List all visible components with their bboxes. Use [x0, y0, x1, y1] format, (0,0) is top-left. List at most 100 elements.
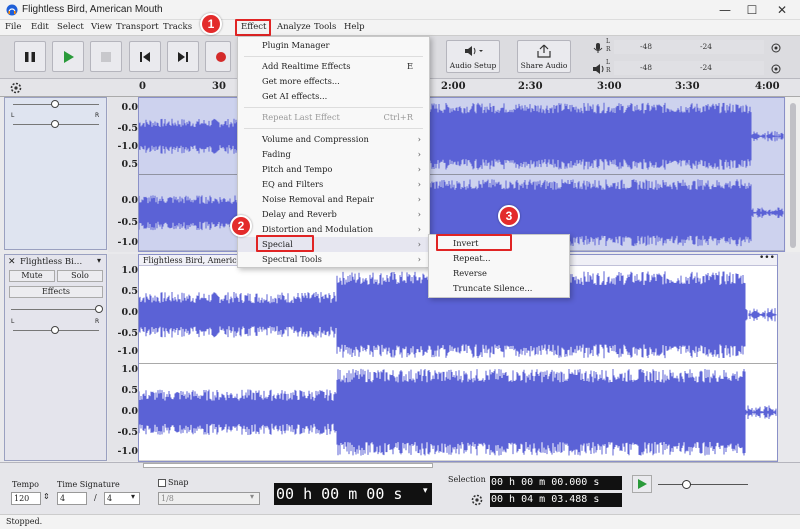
scale-label: 0.0 — [121, 307, 138, 318]
scale-label: -1.0 — [117, 237, 138, 248]
tempo-label: Tempo — [12, 480, 39, 489]
play-icon — [638, 479, 647, 489]
pan-r-label: R — [95, 112, 100, 119]
recording-meter[interactable] — [614, 40, 764, 54]
waveform-channel — [139, 102, 784, 170]
skip-end-button[interactable] — [167, 41, 199, 72]
menu-tools[interactable]: Tools — [314, 22, 336, 32]
track-name[interactable]: Flightless Bi… — [20, 257, 82, 267]
menu-item-noise-removal[interactable]: Noise Removal and Repair › — [238, 192, 429, 207]
menu-item-volume-compression[interactable]: Volume and Compression › — [238, 132, 429, 147]
scale-label: 0.5 — [121, 286, 138, 297]
play-speed-thumb[interactable] — [682, 480, 691, 489]
play-at-speed-button[interactable] — [632, 475, 652, 493]
menu-item-pitch-tempo[interactable]: Pitch and Tempo › — [238, 162, 429, 177]
menu-item-repeat[interactable]: Repeat... — [429, 251, 569, 266]
menu-item-label: Distortion and Modulation — [262, 224, 374, 234]
scrollbar-thumb[interactable] — [790, 103, 796, 248]
minimize-button[interactable]: — — [712, 2, 738, 18]
clip-name[interactable]: Flightless Bird, Americ — [143, 256, 237, 265]
meter-options-icon[interactable] — [770, 63, 782, 75]
skip-start-button[interactable] — [129, 41, 161, 72]
snap-select[interactable]: 1/8 — [158, 492, 260, 505]
ruler-tick: 3:30 — [675, 81, 700, 92]
play-icon — [64, 51, 74, 63]
submenu-arrow-icon: › — [417, 194, 421, 204]
menu-item-fading[interactable]: Fading › — [238, 147, 429, 162]
effect-menu-highlight — [235, 19, 271, 36]
gain-slider-thumb[interactable] — [95, 305, 103, 313]
selection-end[interactable]: 00 h 04 m 03.488 s — [490, 493, 622, 507]
menu-item-label: Volume and Compression — [262, 134, 369, 144]
menu-transport[interactable]: Transport — [116, 22, 159, 32]
gear-icon[interactable] — [471, 494, 483, 506]
menu-separator — [244, 128, 423, 129]
share-audio-button[interactable]: Share Audio — [517, 40, 571, 73]
play-meter-tick: -48 — [640, 63, 653, 72]
solo-button[interactable]: Solo — [57, 270, 103, 282]
ruler-tick: 30 — [212, 81, 226, 92]
pan-slider-thumb[interactable] — [51, 120, 59, 128]
gain-slider-thumb[interactable] — [51, 100, 59, 108]
audio-setup-button[interactable]: Audio Setup — [446, 40, 500, 73]
menu-item-label: Truncate Silence... — [453, 283, 533, 293]
horizontal-scrollbar[interactable] — [143, 463, 433, 468]
menu-item-label: Get AI effects... — [262, 91, 328, 101]
menu-analyze[interactable]: Analyze — [277, 22, 311, 32]
pause-icon — [25, 52, 35, 62]
snap-checkbox[interactable] — [158, 479, 166, 487]
gear-icon[interactable] — [10, 82, 22, 94]
menu-item-get-ai-effects[interactable]: Get AI effects... — [238, 89, 429, 104]
record-button[interactable] — [205, 41, 231, 72]
play-button[interactable] — [52, 41, 84, 72]
clip-menu-icon[interactable]: ••• — [759, 253, 775, 263]
playback-meter[interactable] — [614, 61, 764, 75]
pan-r-label: R — [95, 318, 100, 325]
time-sig-numerator[interactable]: 4 — [57, 492, 87, 505]
menu-item-label: Add Realtime Effects — [262, 61, 351, 71]
menu-item-repeat-last-effect: Repeat Last Effect Ctrl+R — [238, 110, 429, 125]
menu-select[interactable]: Select — [57, 22, 84, 32]
menu-file[interactable]: File — [5, 22, 21, 32]
tempo-input[interactable]: 120 — [11, 492, 41, 505]
menu-item-eq-filters[interactable]: EQ and Filters › — [238, 177, 429, 192]
track-menu-icon[interactable]: ▾ — [97, 256, 101, 265]
stop-button[interactable] — [90, 41, 122, 72]
menu-item-reverse[interactable]: Reverse — [429, 266, 569, 281]
play-speed-track — [658, 484, 748, 485]
mute-button[interactable]: Mute — [9, 270, 55, 282]
menu-help[interactable]: Help — [344, 22, 365, 32]
menu-item-label: Noise Removal and Repair — [262, 194, 374, 204]
menu-item-delay-reverb[interactable]: Delay and Reverb › — [238, 207, 429, 222]
scale-label: 0.0 — [121, 195, 138, 206]
menu-item-get-more-effects[interactable]: Get more effects... — [238, 74, 429, 89]
menu-tracks[interactable]: Tracks — [163, 22, 192, 32]
menu-item-label: Spectral Tools — [262, 254, 322, 264]
selection-start[interactable]: 00 h 00 m 00.000 s — [490, 476, 622, 490]
pause-button[interactable] — [14, 41, 46, 72]
audacity-logo-icon — [6, 4, 18, 16]
menu-item-truncate-silence[interactable]: Truncate Silence... — [429, 281, 569, 296]
pan-slider-thumb[interactable] — [51, 326, 59, 334]
menu-item-label: Delay and Reverb — [262, 209, 337, 219]
maximize-button[interactable]: ☐ — [739, 2, 765, 18]
scale-label: -0.5 — [117, 123, 138, 134]
effects-button[interactable]: Effects — [9, 286, 103, 298]
menu-item-spectral-tools[interactable]: Spectral Tools › — [238, 252, 429, 267]
meter-options-icon[interactable] — [770, 42, 782, 54]
time-display[interactable]: 00 h 00 m 00 s — [274, 483, 432, 505]
scale-label: -0.5 — [117, 217, 138, 228]
menu-item-add-realtime-effects[interactable]: Add Realtime Effects E — [238, 59, 429, 74]
menu-view[interactable]: View — [91, 22, 112, 32]
close-track-icon[interactable]: ✕ — [8, 257, 16, 267]
menu-item-label: Reverse — [453, 268, 487, 278]
effect-menu: Plugin Manager Add Realtime Effects E Get… — [237, 36, 430, 268]
menu-item-label: Plugin Manager — [262, 40, 330, 50]
menu-item-plugin-manager[interactable]: Plugin Manager — [238, 38, 429, 53]
menu-edit[interactable]: Edit — [31, 22, 49, 32]
tempo-stepper-icon[interactable]: ⇕ — [43, 492, 50, 501]
vertical-scrollbar[interactable] — [786, 97, 800, 252]
meter-r-label: R — [606, 46, 611, 53]
close-button[interactable]: ✕ — [769, 2, 795, 18]
track2-controls: ✕ Flightless Bi… ▾ Mute Solo Effects L R — [4, 254, 107, 461]
